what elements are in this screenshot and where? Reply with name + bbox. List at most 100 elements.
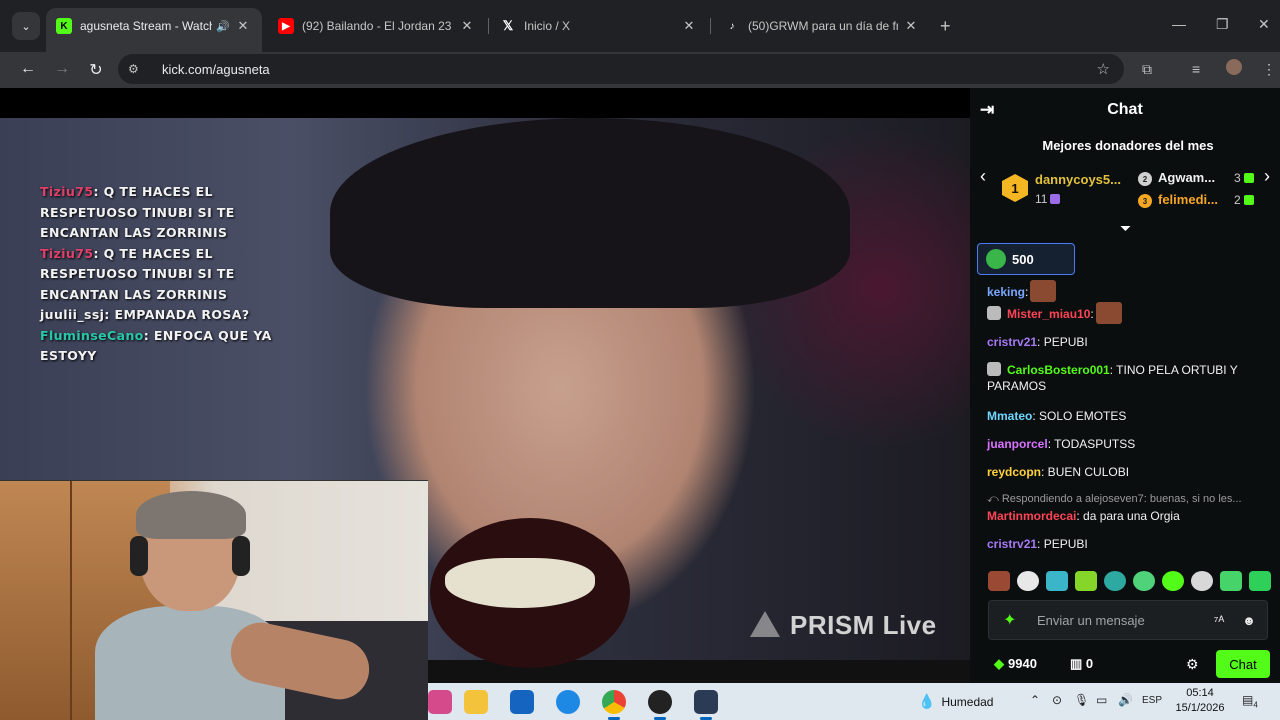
volume-icon[interactable]: 🔊 [1118,693,1133,707]
new-tab-button[interactable]: + [940,16,951,37]
chat-message: cristrv21: PEPUBI [987,335,1088,349]
third-donor-amount: 2 [1234,193,1254,207]
kick-icon: K [56,18,72,34]
close-icon[interactable]: ✕ [234,18,252,34]
kicks-pinned-pill[interactable]: 500 [977,243,1075,275]
video-hair-shape [330,118,850,308]
tab-divider [488,18,489,34]
address-bar[interactable]: ⚙ kick.com/agusneta ☆ [118,54,1124,84]
quick-emote-bar [988,571,1278,591]
second-donor-amount: 3 [1234,171,1254,185]
tab-title: (92) Bailando - El Jordan 23 / St [302,19,454,33]
rank-3-badge: 3 [1138,194,1152,208]
back-icon[interactable]: ← [18,60,38,78]
youtube-icon: ▶ [278,18,294,34]
tab-youtube[interactable]: ▶ (92) Bailando - El Jordan 23 / St ✕ [268,8,486,44]
store-icon[interactable] [510,690,534,714]
chat-message: CarlosBostero001: TINO PELA ORTUBI Y PAR… [987,362,1238,393]
media-controls-icon[interactable]: ≡ [1192,61,1200,77]
streaming-app-icon[interactable] [648,690,672,720]
webcam-person-hair [136,491,246,539]
window-close-icon[interactable]: ✕ [1258,16,1270,33]
translate-icon[interactable]: ⁷ᴬ [1207,613,1231,628]
chevron-right-icon[interactable]: › [1264,166,1270,187]
chat-message: Martinmordecai: da para una Orgia [987,509,1180,523]
sparkle-icon[interactable]: ✦ [1003,610,1025,630]
bookmark-star-icon[interactable]: ☆ [1097,60,1110,78]
close-icon[interactable]: ✕ [680,18,698,34]
tab-tiktok[interactable]: ♪ (50)GRWM para un día de frío > ✕ [714,8,930,44]
tab-search-button[interactable]: ⌄ [12,12,40,40]
chevron-up-icon[interactable]: ⌃ [1030,693,1040,707]
chevron-left-icon[interactable]: ‹ [980,166,986,187]
emote-icon[interactable] [1133,571,1155,591]
expand-filter-icon[interactable]: ⏷ [1120,220,1131,237]
gift-icon [1243,173,1254,183]
gear-icon[interactable]: ⚙ [1186,656,1199,673]
site-info-icon[interactable]: ⚙ [128,62,150,76]
emote-icon[interactable] [1249,571,1271,591]
windows-taskbar: 💧 Humedad ⌃ ⊙ 🎙 ▭ 🔊 ESP 05:14 15/1/2026 ▤… [428,683,1280,720]
chrome-icon[interactable] [602,690,626,720]
chat-message: Mister_miau10: [987,302,1272,324]
emote-icon[interactable] [1191,571,1213,591]
microphone-icon[interactable]: 🎙 [1074,693,1089,707]
browser-toolbar: ← → ↻ ⚙ kick.com/agusneta ☆ ⧉ ≡ ⋮ [0,52,1280,88]
chat-message: keking: [987,280,1272,302]
emote-icon[interactable] [988,571,1010,591]
chat-title: Chat [1107,101,1143,118]
minimize-icon[interactable]: — [1172,16,1186,32]
weather-widget[interactable]: 💧 Humedad [918,693,993,710]
moderator-badge-icon [987,362,1001,376]
profile-avatar[interactable] [1224,57,1244,77]
menu-kebab-icon[interactable]: ⋮ [1262,61,1276,78]
reload-icon[interactable]: ↻ [86,60,106,80]
tab-divider [710,18,711,34]
top-donor-amount: 11 [1035,192,1061,206]
emote-icon[interactable] [1075,571,1097,591]
chat-message-input[interactable]: ✦ Enviar un mensaje ⁷ᴬ ☻ [988,600,1268,640]
close-icon[interactable]: ✕ [458,18,476,34]
webcam-cabinet-line [70,481,72,720]
notification-icon[interactable]: ▤4 [1242,693,1258,709]
drops-counter[interactable]: ▥ 0 [1070,656,1093,672]
headset-icon [232,536,250,576]
gift-box-icon: ▥ [1070,656,1086,671]
network-icon[interactable]: ▭ [1096,693,1107,707]
chat-panel: ⇥ Chat Mejores donadores del mes ‹ › 1 d… [970,88,1280,683]
third-donor-name[interactable]: felimedi... [1158,192,1218,207]
emote-icon[interactable] [1220,571,1242,591]
channel-points[interactable]: ◆ 9940 [994,656,1037,672]
tab-x[interactable]: 𝕏 Inicio / X ✕ [490,8,708,44]
outlook-icon[interactable] [556,690,580,714]
kicks-amount: 500 [1012,251,1034,267]
video-teeth-shape [445,558,595,608]
close-icon[interactable]: ✕ [902,18,920,34]
emote-icon [1095,302,1122,324]
emoji-icon[interactable]: ☻ [1237,613,1261,628]
collapse-chat-icon[interactable]: ⇥ [980,100,994,120]
extensions-icon[interactable]: ⧉ [1142,61,1152,78]
system-clock[interactable]: 05:14 15/1/2026 [1168,686,1232,716]
meet-icon[interactable]: ⊙ [1052,693,1062,707]
emote-icon[interactable] [1104,571,1126,591]
chevron-down-icon: ⌄ [21,20,31,33]
emote-icon[interactable] [1046,571,1068,591]
forward-icon[interactable]: → [52,60,72,78]
points-gem-icon: ◆ [994,656,1004,671]
url-text[interactable]: kick.com/agusneta [162,62,270,77]
emote-icon[interactable] [1017,571,1039,591]
restore-icon[interactable]: ❐ [1216,16,1229,33]
tab-kick[interactable]: K agusneta Stream - Watch L 🔊 ✕ [46,8,262,52]
send-chat-button[interactable]: Chat [1216,650,1270,678]
file-explorer-icon[interactable] [464,690,488,714]
emote-icon[interactable] [1162,571,1184,591]
tab-strip: ⌄ K agusneta Stream - Watch L 🔊 ✕ ▶ (92)… [0,0,1280,52]
copilot-icon[interactable] [428,690,452,714]
obs-icon[interactable] [694,690,718,720]
language-indicator[interactable]: ESP [1142,695,1162,706]
chat-reply-preview[interactable]: ⤺ Respondiendo a alejoseven7: buenas, si… [987,491,1272,507]
speaker-icon[interactable]: 🔊 [216,20,230,33]
second-donor-name[interactable]: Agwam... [1158,170,1215,185]
top-donor-name[interactable]: dannycoys5... [1035,172,1121,187]
